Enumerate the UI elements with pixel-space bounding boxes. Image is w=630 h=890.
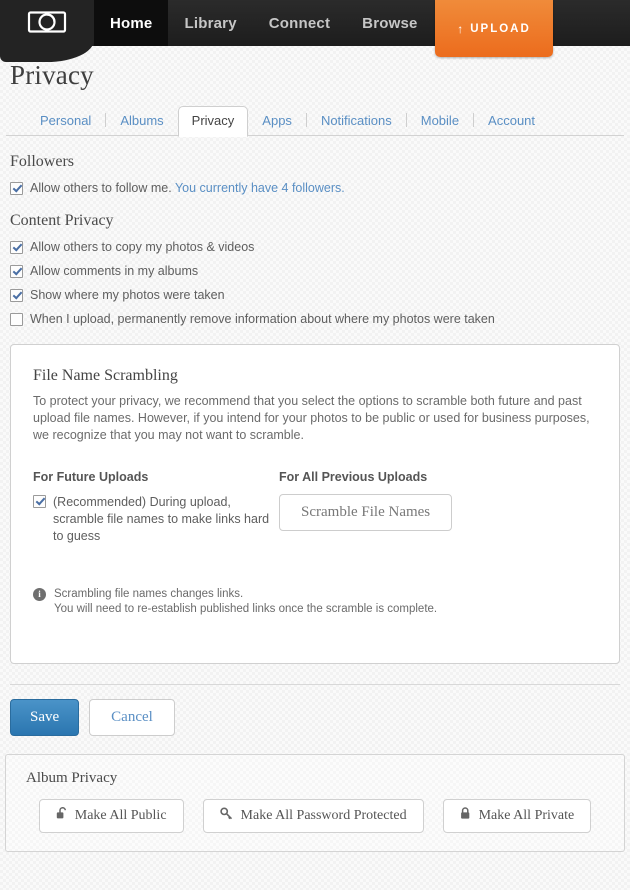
album-privacy-heading: Album Privacy — [26, 770, 118, 786]
key-icon — [219, 807, 233, 825]
unlock-icon — [56, 807, 67, 825]
checkbox-allow-follow-label: Allow others to follow me. You currently… — [30, 181, 345, 195]
nav-item-connect[interactable]: Connect — [253, 0, 346, 46]
previous-uploads-heading: For All Previous Uploads — [279, 470, 428, 484]
checkbox-allow-copy-label: Allow others to copy my photos & videos — [30, 240, 255, 254]
content-privacy-row-strip-location[interactable]: When I upload, permanently remove inform… — [10, 312, 620, 326]
previous-uploads-column: For All Previous Uploads Scramble File N… — [279, 470, 597, 545]
cancel-button[interactable]: Cancel — [89, 699, 175, 736]
nav-item-library[interactable]: Library — [168, 0, 252, 46]
checkbox-scramble-future[interactable] — [33, 495, 46, 508]
future-uploads-column: For Future Uploads (Recommended) During … — [33, 470, 279, 545]
scrambling-note-text: Scrambling file names changes links. You… — [54, 587, 437, 617]
checkbox-allow-comments-label: Allow comments in my albums — [30, 264, 199, 278]
scrambling-note-line1: Scrambling file names changes links. — [54, 588, 244, 600]
content-privacy-row-copy[interactable]: Allow others to copy my photos & videos — [10, 240, 620, 254]
checkbox-allow-comments[interactable] — [10, 265, 23, 278]
tab-apps[interactable]: Apps — [248, 107, 306, 136]
content-privacy-row-comments[interactable]: Allow comments in my albums — [10, 264, 620, 278]
scrambling-heading: File Name Scrambling — [33, 367, 178, 384]
top-navbar: Home Library Connect Browse Edit ↑ UPLOA… — [0, 0, 630, 62]
tab-mobile[interactable]: Mobile — [407, 107, 473, 136]
upload-button-label: UPLOAD — [470, 22, 531, 35]
page-title: Privacy — [10, 60, 94, 90]
scrambling-columns: For Future Uploads (Recommended) During … — [33, 470, 597, 545]
content-privacy-row-location[interactable]: Show where my photos were taken — [10, 288, 620, 302]
checkbox-show-location[interactable] — [10, 289, 23, 302]
settings-tabs: Personal Albums Privacy Apps Notificatio… — [0, 103, 630, 137]
form-actions: Save Cancel — [10, 684, 620, 736]
save-button[interactable]: Save — [10, 699, 80, 736]
tab-personal[interactable]: Personal — [26, 107, 105, 136]
checkbox-strip-location[interactable] — [10, 313, 23, 326]
site-logo[interactable] — [0, 0, 94, 46]
nav-item-browse[interactable]: Browse — [346, 0, 433, 46]
checkbox-allow-copy[interactable] — [10, 241, 23, 254]
scrambling-note: i Scrambling file names changes links. Y… — [33, 587, 597, 617]
checkbox-strip-location-label: When I upload, permanently remove inform… — [30, 312, 495, 326]
settings-content: Followers Allow others to follow me. You… — [0, 153, 630, 736]
checkbox-show-location-label: Show where my photos were taken — [30, 288, 225, 302]
content-privacy-heading: Content Privacy — [10, 212, 114, 229]
make-all-private-label: Make All Private — [478, 808, 575, 823]
nav-item-home[interactable]: Home — [94, 0, 169, 46]
make-all-password-protected-label: Make All Password Protected — [240, 808, 407, 823]
followers-allow-follow-row[interactable]: Allow others to follow me. You currently… — [10, 181, 620, 195]
scrambling-note-line2: You will need to re-establish published … — [54, 603, 438, 615]
lock-icon — [460, 807, 471, 825]
make-all-password-protected-button[interactable]: Make All Password Protected — [202, 799, 424, 833]
album-privacy-buttons: Make All Public Make All Password Protec… — [26, 799, 604, 833]
scramble-file-names-button[interactable]: Scramble File Names — [279, 494, 453, 531]
scrambling-description: To protect your privacy, we recommend th… — [33, 394, 590, 442]
future-uploads-heading: For Future Uploads — [33, 470, 149, 484]
tab-albums[interactable]: Albums — [106, 107, 177, 136]
make-all-public-button[interactable]: Make All Public — [38, 799, 184, 833]
tab-account[interactable]: Account — [474, 107, 549, 136]
checkbox-allow-follow[interactable] — [10, 182, 23, 195]
make-all-private-button[interactable]: Make All Private — [442, 799, 592, 833]
future-uploads-row[interactable]: (Recommended) During upload, scramble fi… — [33, 494, 279, 545]
album-privacy-panel: Album Privacy Make All Public Make All P… — [5, 754, 625, 852]
tab-notifications[interactable]: Notifications — [307, 107, 406, 136]
file-name-scrambling-panel: File Name Scrambling To protect your pri… — [10, 344, 620, 664]
upload-button[interactable]: ↑ UPLOAD — [435, 0, 553, 57]
tab-privacy[interactable]: Privacy — [177, 106, 249, 137]
upload-arrow-icon: ↑ — [457, 21, 466, 36]
info-icon: i — [33, 588, 46, 601]
followers-count-link[interactable]: You currently have 4 followers. — [175, 181, 345, 195]
make-all-public-label: Make All Public — [74, 808, 167, 823]
followers-heading: Followers — [10, 153, 74, 170]
camera-icon — [27, 7, 67, 40]
checkbox-scramble-future-label: (Recommended) During upload, scramble fi… — [53, 495, 270, 543]
